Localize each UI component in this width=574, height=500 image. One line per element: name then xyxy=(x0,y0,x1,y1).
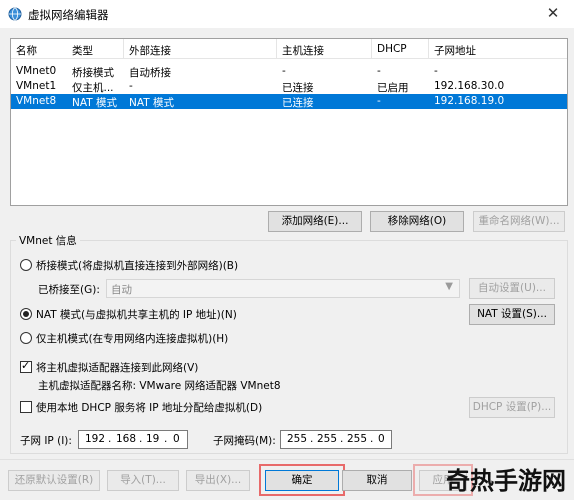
cell-type: NAT 模式 xyxy=(72,97,117,109)
subnet-mask-input[interactable]: 255 . 255 . 255 . 0 xyxy=(280,430,392,449)
ip-dot: . xyxy=(108,433,112,445)
nat-mode-label[interactable]: NAT 模式(与虚拟机共享主机的 IP 地址)(N) xyxy=(36,307,237,322)
connect-adapter-checkbox[interactable] xyxy=(20,359,32,373)
export-button[interactable]: 导出(X)... xyxy=(186,470,250,491)
window-title: 虚拟网络编辑器 xyxy=(28,8,109,22)
bridged-mode-label[interactable]: 桥接模式(将虚拟机直接连接到外部网络)(B) xyxy=(36,258,238,273)
title-bar: 虚拟网络编辑器 ✕ xyxy=(0,0,574,28)
cell-subnet: - xyxy=(434,65,438,77)
ip-octet: 192 xyxy=(85,433,106,445)
remove-network-button[interactable]: 移除网络(O) xyxy=(370,211,464,232)
ip-dot: . xyxy=(164,433,168,445)
nat-mode-radio[interactable] xyxy=(20,308,32,320)
mask-octet: 255 xyxy=(347,433,368,445)
chevron-down-icon: ▼ xyxy=(445,281,453,292)
rename-network-button[interactable]: 重命名网络(W)... xyxy=(473,211,565,232)
column-header-host[interactable]: 主机连接 xyxy=(282,43,324,58)
subnet-ip-label: 子网 IP (I): xyxy=(20,435,72,447)
column-header-external[interactable]: 外部连接 xyxy=(129,43,171,58)
adapter-name-text: 主机虚拟适配器名称: VMware 网络适配器 VMnet8 xyxy=(38,380,281,392)
cell-dhcp: - xyxy=(377,65,381,77)
host-only-label[interactable]: 仅主机模式(在专用网络内连接虚拟机)(H) xyxy=(36,331,228,346)
subnet-mask-label: 子网掩码(M): xyxy=(213,435,276,447)
ok-button[interactable]: 确定 xyxy=(265,470,339,491)
watermark-text: 奇热手游网 xyxy=(446,467,566,495)
cell-host: - xyxy=(282,65,286,77)
column-header-dhcp[interactable]: DHCP xyxy=(377,43,407,55)
cell-name: VMnet8 xyxy=(16,95,57,107)
cell-type: 桥接模式 xyxy=(72,67,114,79)
ip-dot: . xyxy=(370,433,374,445)
import-button[interactable]: 导入(T)... xyxy=(107,470,179,491)
mask-octet: 0 xyxy=(378,433,385,445)
ip-dot: . xyxy=(310,433,314,445)
bridged-to-select[interactable]: 自动 ▼ xyxy=(106,279,460,298)
dhcp-checkbox[interactable] xyxy=(20,401,32,413)
cell-host: 已连接 xyxy=(282,82,314,94)
bridged-mode-radio[interactable] xyxy=(20,259,32,271)
table-row[interactable]: VMnet0 桥接模式 自动桥接 - - - xyxy=(11,64,567,79)
bridged-to-label: 已桥接至(G): xyxy=(38,284,100,296)
column-header-name[interactable]: 名称 xyxy=(16,43,37,58)
cell-dhcp: 已启用 xyxy=(377,82,409,94)
cell-type: 仅主机... xyxy=(72,82,114,94)
add-network-button[interactable]: 添加网络(E)... xyxy=(268,211,362,232)
auto-settings-button[interactable]: 自动设置(U)... xyxy=(469,278,555,299)
nat-settings-button[interactable]: NAT 设置(S)... xyxy=(469,304,555,325)
cell-dhcp: - xyxy=(377,95,381,107)
cell-name: VMnet0 xyxy=(16,65,57,77)
cell-external: NAT 模式 xyxy=(129,97,174,109)
cell-external: - xyxy=(129,80,133,92)
ip-octet: 19 xyxy=(146,433,160,445)
subnet-ip-input[interactable]: 192 . 168 . 19 . 0 xyxy=(78,430,188,449)
ip-dot: . xyxy=(139,433,143,445)
restore-defaults-button[interactable]: 还原默认设置(R) xyxy=(8,470,100,491)
ip-octet: 168 xyxy=(116,433,137,445)
table-header: 名称 类型 外部连接 主机连接 DHCP 子网地址 xyxy=(11,39,567,59)
vmnet-info-title: VMnet 信息 xyxy=(16,233,80,248)
cell-subnet: 192.168.19.0 xyxy=(434,95,505,107)
connect-adapter-label[interactable]: 将主机虚拟适配器连接到此网络(V) xyxy=(36,360,198,375)
ip-octet: 0 xyxy=(173,433,180,445)
column-header-type[interactable]: 类型 xyxy=(72,43,93,58)
close-icon[interactable]: ✕ xyxy=(544,4,562,22)
network-globe-icon xyxy=(8,7,22,21)
cell-name: VMnet1 xyxy=(16,80,57,92)
footer-divider xyxy=(0,459,574,460)
table-row-selected[interactable]: VMnet8 NAT 模式 NAT 模式 已连接 - 192.168.19.0 xyxy=(11,94,567,109)
mask-octet: 255 xyxy=(317,433,338,445)
cell-subnet: 192.168.30.0 xyxy=(434,80,505,92)
cell-host: 已连接 xyxy=(282,97,314,109)
network-table[interactable]: 名称 类型 外部连接 主机连接 DHCP 子网地址 VMnet0 桥接模式 自动… xyxy=(10,38,568,206)
ip-dot: . xyxy=(340,433,344,445)
host-only-radio[interactable] xyxy=(20,332,32,344)
mask-octet: 255 xyxy=(287,433,308,445)
column-header-subnet[interactable]: 子网地址 xyxy=(434,43,476,58)
cell-external: 自动桥接 xyxy=(129,67,171,79)
cancel-button[interactable]: 取消 xyxy=(342,470,412,491)
dhcp-label[interactable]: 使用本地 DHCP 服务将 IP 地址分配给虚拟机(D) xyxy=(36,400,262,415)
bridged-to-value: 自动 xyxy=(111,284,132,296)
dhcp-settings-button[interactable]: DHCP 设置(P)... xyxy=(469,397,555,418)
table-row[interactable]: VMnet1 仅主机... - 已连接 已启用 192.168.30.0 xyxy=(11,79,567,94)
